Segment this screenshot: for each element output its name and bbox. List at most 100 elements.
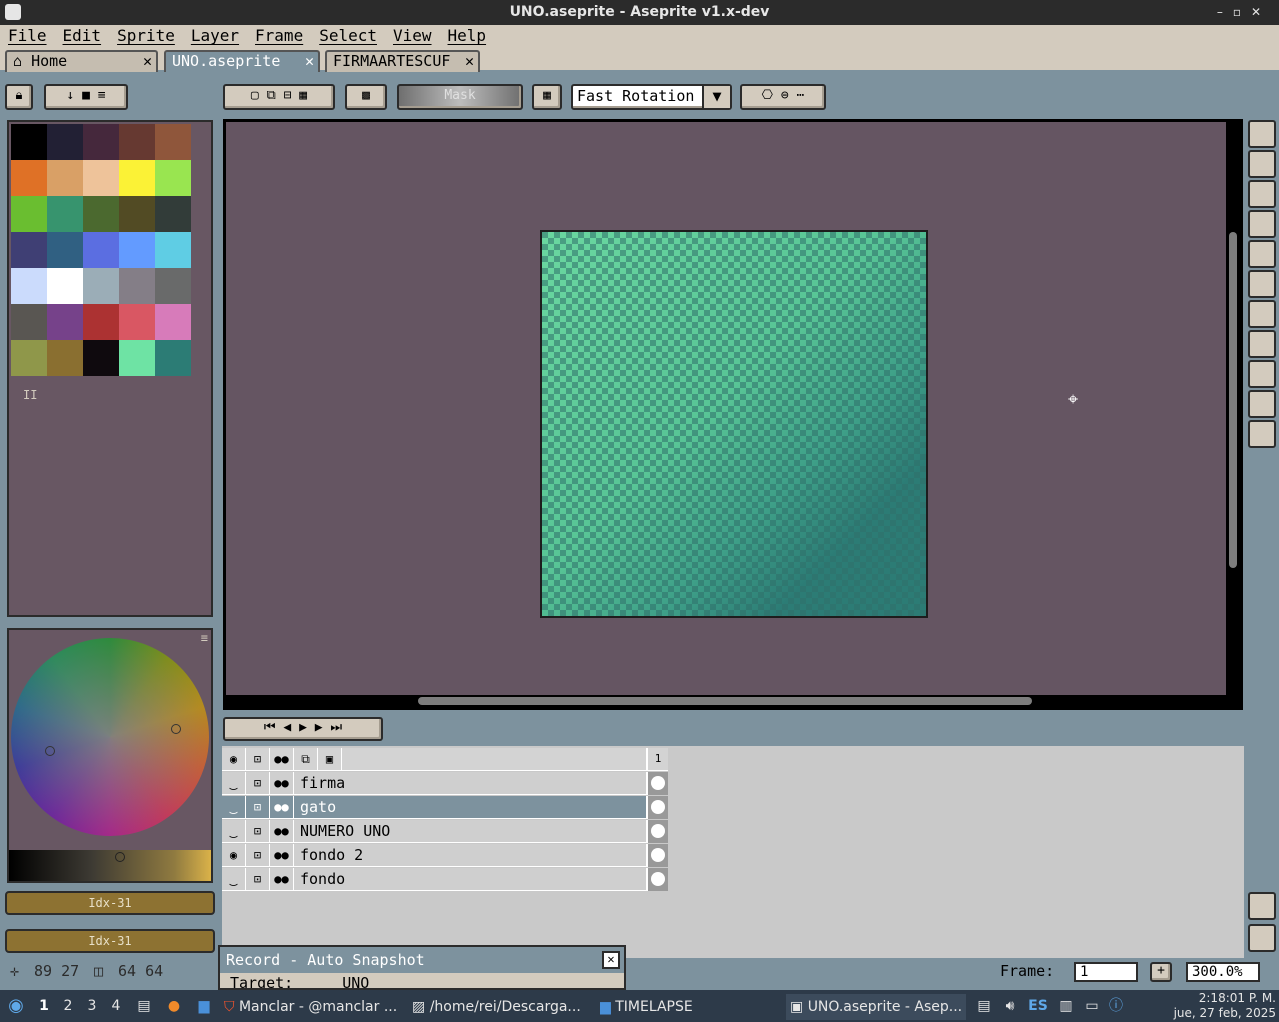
palette-swatch[interactable] xyxy=(119,340,155,376)
taskbar-app-browser[interactable]: ⛉ Manclar - @manclar ... xyxy=(224,994,404,1020)
wheel-marker[interactable] xyxy=(171,724,181,734)
menu-help[interactable]: Help xyxy=(440,25,495,47)
blur-tool-icon[interactable] xyxy=(1248,420,1276,448)
palette-swatch[interactable] xyxy=(155,196,191,232)
lock-icon[interactable]: ⊡ xyxy=(246,796,270,819)
menu-view[interactable]: View xyxy=(385,25,440,47)
palette-swatch[interactable] xyxy=(83,340,119,376)
layer-cel[interactable] xyxy=(646,844,668,867)
timeline-toggle-icon[interactable] xyxy=(1248,924,1276,952)
layer-cel[interactable] xyxy=(646,820,668,843)
eyedropper-tool-icon[interactable] xyxy=(1248,210,1276,238)
eye-closed-icon[interactable]: ‿ xyxy=(222,868,246,891)
continuous-icon[interactable]: ●● xyxy=(270,748,294,771)
next-frame-icon[interactable]: ▶ xyxy=(315,720,323,735)
palette-options-group[interactable]: ↓ ■ ≡ xyxy=(44,84,128,110)
continuous-icon[interactable]: ●● xyxy=(270,844,294,867)
palette-swatch[interactable] xyxy=(83,268,119,304)
palette-swatch[interactable] xyxy=(11,160,47,196)
palette-swatch[interactable] xyxy=(119,268,155,304)
palette-swatch[interactable] xyxy=(119,196,155,232)
firefox-icon[interactable]: ● xyxy=(162,990,186,1022)
transparent-color-button[interactable]: ▩ xyxy=(345,84,387,110)
workspace-4[interactable]: 4 xyxy=(104,990,128,1022)
menu-sprite[interactable]: Sprite xyxy=(109,25,183,47)
palette-swatch[interactable] xyxy=(47,232,83,268)
close-icon[interactable]: ✕ xyxy=(143,52,152,70)
move-tool-icon[interactable] xyxy=(1248,270,1276,298)
palette-swatch[interactable] xyxy=(83,124,119,160)
monitor-icon[interactable]: ▭ xyxy=(1080,990,1104,1022)
palette-swatch[interactable] xyxy=(11,340,47,376)
workspace-3[interactable]: 3 xyxy=(80,990,104,1022)
zoom-1to1-icon[interactable] xyxy=(1248,892,1276,920)
frame-input[interactable]: 1 xyxy=(1074,962,1138,982)
lock-icon[interactable]: ⊡ xyxy=(246,748,270,771)
first-frame-icon[interactable]: ⏮ xyxy=(264,720,276,735)
palette-swatch[interactable] xyxy=(119,160,155,196)
vertical-scrollbar[interactable] xyxy=(1229,232,1237,568)
link-icon[interactable]: ⧉ xyxy=(294,748,318,771)
zoom-input[interactable]: 300.0% xyxy=(1186,962,1260,982)
palette-swatch[interactable] xyxy=(119,304,155,340)
folder-icon[interactable]: ▆ xyxy=(192,990,216,1022)
palette-swatch[interactable] xyxy=(83,160,119,196)
palette-swatch[interactable] xyxy=(11,232,47,268)
taskbar-app-files[interactable]: ▨ /home/rei/Descarga... xyxy=(412,994,592,1020)
window-controls[interactable]: –▫✕ xyxy=(1217,0,1271,25)
notes-icon[interactable]: ▥ xyxy=(1054,990,1078,1022)
layer-options-icon[interactable]: ▣ xyxy=(318,748,342,771)
marquee-tool-icon[interactable] xyxy=(1248,120,1276,148)
lock-icon[interactable]: ⊡ xyxy=(246,772,270,795)
taskbar-app-timelapse[interactable]: ▆ TIMELAPSE xyxy=(600,994,780,1020)
menu-icon[interactable]: ≡ xyxy=(201,631,208,645)
canvas-editor[interactable]: ⌖ xyxy=(223,119,1243,710)
palette-swatch[interactable] xyxy=(47,268,83,304)
layer-row[interactable]: ◉ ⊡ ●● fondo 2 xyxy=(222,844,668,867)
transform-options-group[interactable]: ⎔ ⊜ ⋯ xyxy=(740,84,826,110)
fill-tool-icon[interactable] xyxy=(1248,390,1276,418)
continuous-icon[interactable]: ●● xyxy=(270,796,294,819)
shade-marker[interactable] xyxy=(115,852,125,862)
tab-uno[interactable]: UNO.aseprite ✕ xyxy=(164,50,320,72)
palette-swatch[interactable] xyxy=(11,304,47,340)
palette-swatch[interactable] xyxy=(47,304,83,340)
menu-select[interactable]: Select xyxy=(311,25,385,47)
add-frame-icon[interactable]: + xyxy=(1150,962,1172,982)
palette-swatch[interactable] xyxy=(155,160,191,196)
horizontal-scrollbar[interactable] xyxy=(418,697,1032,705)
workspace-2[interactable]: 2 xyxy=(56,990,80,1022)
close-icon[interactable]: ✕ xyxy=(305,52,314,70)
last-frame-icon[interactable]: ⏭ xyxy=(330,720,342,735)
frame-header[interactable]: 1 xyxy=(646,748,668,771)
tab-firma[interactable]: FIRMAARTESCUF ✕ xyxy=(325,50,480,72)
start-menu-icon[interactable]: ◉ xyxy=(4,990,28,1022)
layer-cel[interactable] xyxy=(646,868,668,891)
mask-color-button[interactable]: Mask xyxy=(397,84,523,110)
pivot-button[interactable]: ▦ xyxy=(532,84,562,110)
file-manager-icon[interactable]: ▤ xyxy=(132,990,156,1022)
layer-cel[interactable] xyxy=(646,772,668,795)
chevron-down-icon[interactable]: ▼ xyxy=(702,86,730,108)
eye-closed-icon[interactable]: ‿ xyxy=(222,820,246,843)
menu-layer[interactable]: Layer xyxy=(183,25,247,47)
selection-mode-group[interactable]: ▢ ⧉ ⊟ ▦ xyxy=(223,84,335,110)
palette-swatch[interactable] xyxy=(155,340,191,376)
taskbar-app-aseprite[interactable]: ▣ UNO.aseprite - Asep... xyxy=(786,994,966,1020)
palette-swatch[interactable] xyxy=(47,340,83,376)
clipboard-icon[interactable]: ▤ xyxy=(972,990,996,1022)
continuous-icon[interactable]: ●● xyxy=(270,772,294,795)
keyboard-layout[interactable]: ES xyxy=(1026,990,1050,1022)
shade-bar[interactable] xyxy=(9,850,211,881)
palette-swatch[interactable] xyxy=(155,268,191,304)
lock-icon[interactable]: ⊡ xyxy=(246,844,270,867)
clock[interactable]: 2:18:01 P. M. jue, 27 feb, 2025 xyxy=(1150,991,1276,1021)
palette-swatch[interactable] xyxy=(155,124,191,160)
layer-cel[interactable] xyxy=(646,796,668,819)
tab-home[interactable]: ⌂ Home ✕ xyxy=(5,50,158,72)
layer-row[interactable]: ‿ ⊡ ●● fondo xyxy=(222,868,668,891)
menu-frame[interactable]: Frame xyxy=(247,25,311,47)
palette-swatch[interactable] xyxy=(47,124,83,160)
palette-swatch[interactable] xyxy=(83,304,119,340)
line-tool-icon[interactable] xyxy=(1248,330,1276,358)
